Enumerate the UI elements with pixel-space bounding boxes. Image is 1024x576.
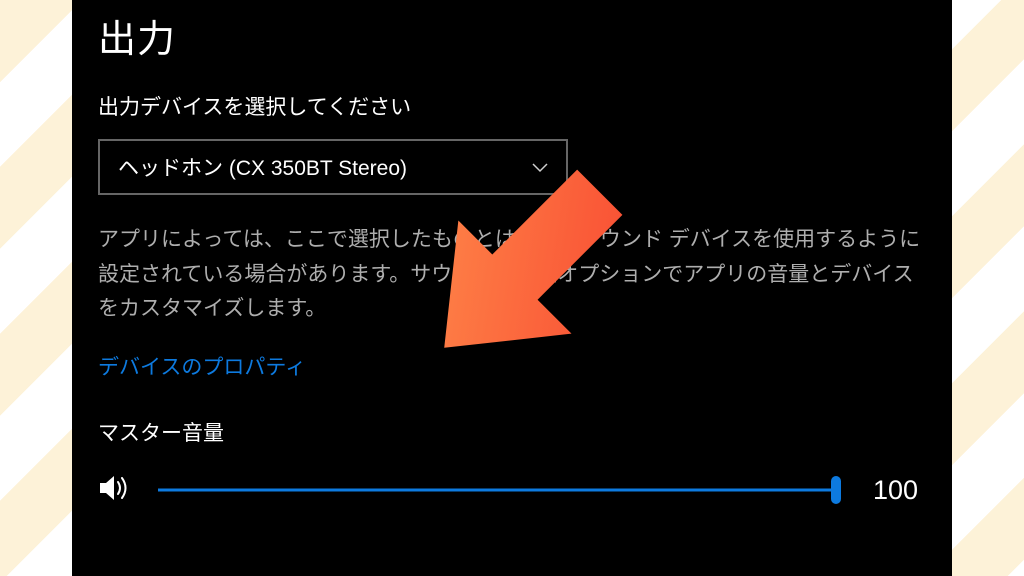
speaker-icon[interactable] — [98, 473, 132, 508]
slider-thumb[interactable] — [831, 476, 841, 504]
sound-settings-panel: 出力 出力デバイスを選択してください ヘッドホン (CX 350BT Stere… — [72, 0, 952, 576]
output-device-description: アプリによっては、ここで選択したものとは異なるサウンド デバイスを使用するように… — [98, 223, 926, 327]
master-volume-row: 100 — [98, 473, 926, 508]
section-title: 出力 — [98, 8, 926, 63]
master-volume-slider[interactable] — [158, 476, 836, 504]
chevron-down-icon — [532, 155, 548, 179]
master-volume-label: マスター音量 — [98, 417, 926, 447]
output-device-dropdown[interactable]: ヘッドホン (CX 350BT Stereo) — [98, 139, 568, 195]
output-device-label: 出力デバイスを選択してください — [98, 91, 926, 121]
master-volume-value: 100 — [872, 475, 926, 506]
device-properties-link[interactable]: デバイスのプロパティ — [98, 351, 306, 381]
slider-track — [158, 489, 836, 492]
dropdown-selected-value: ヘッドホン (CX 350BT Stereo) — [118, 152, 407, 182]
